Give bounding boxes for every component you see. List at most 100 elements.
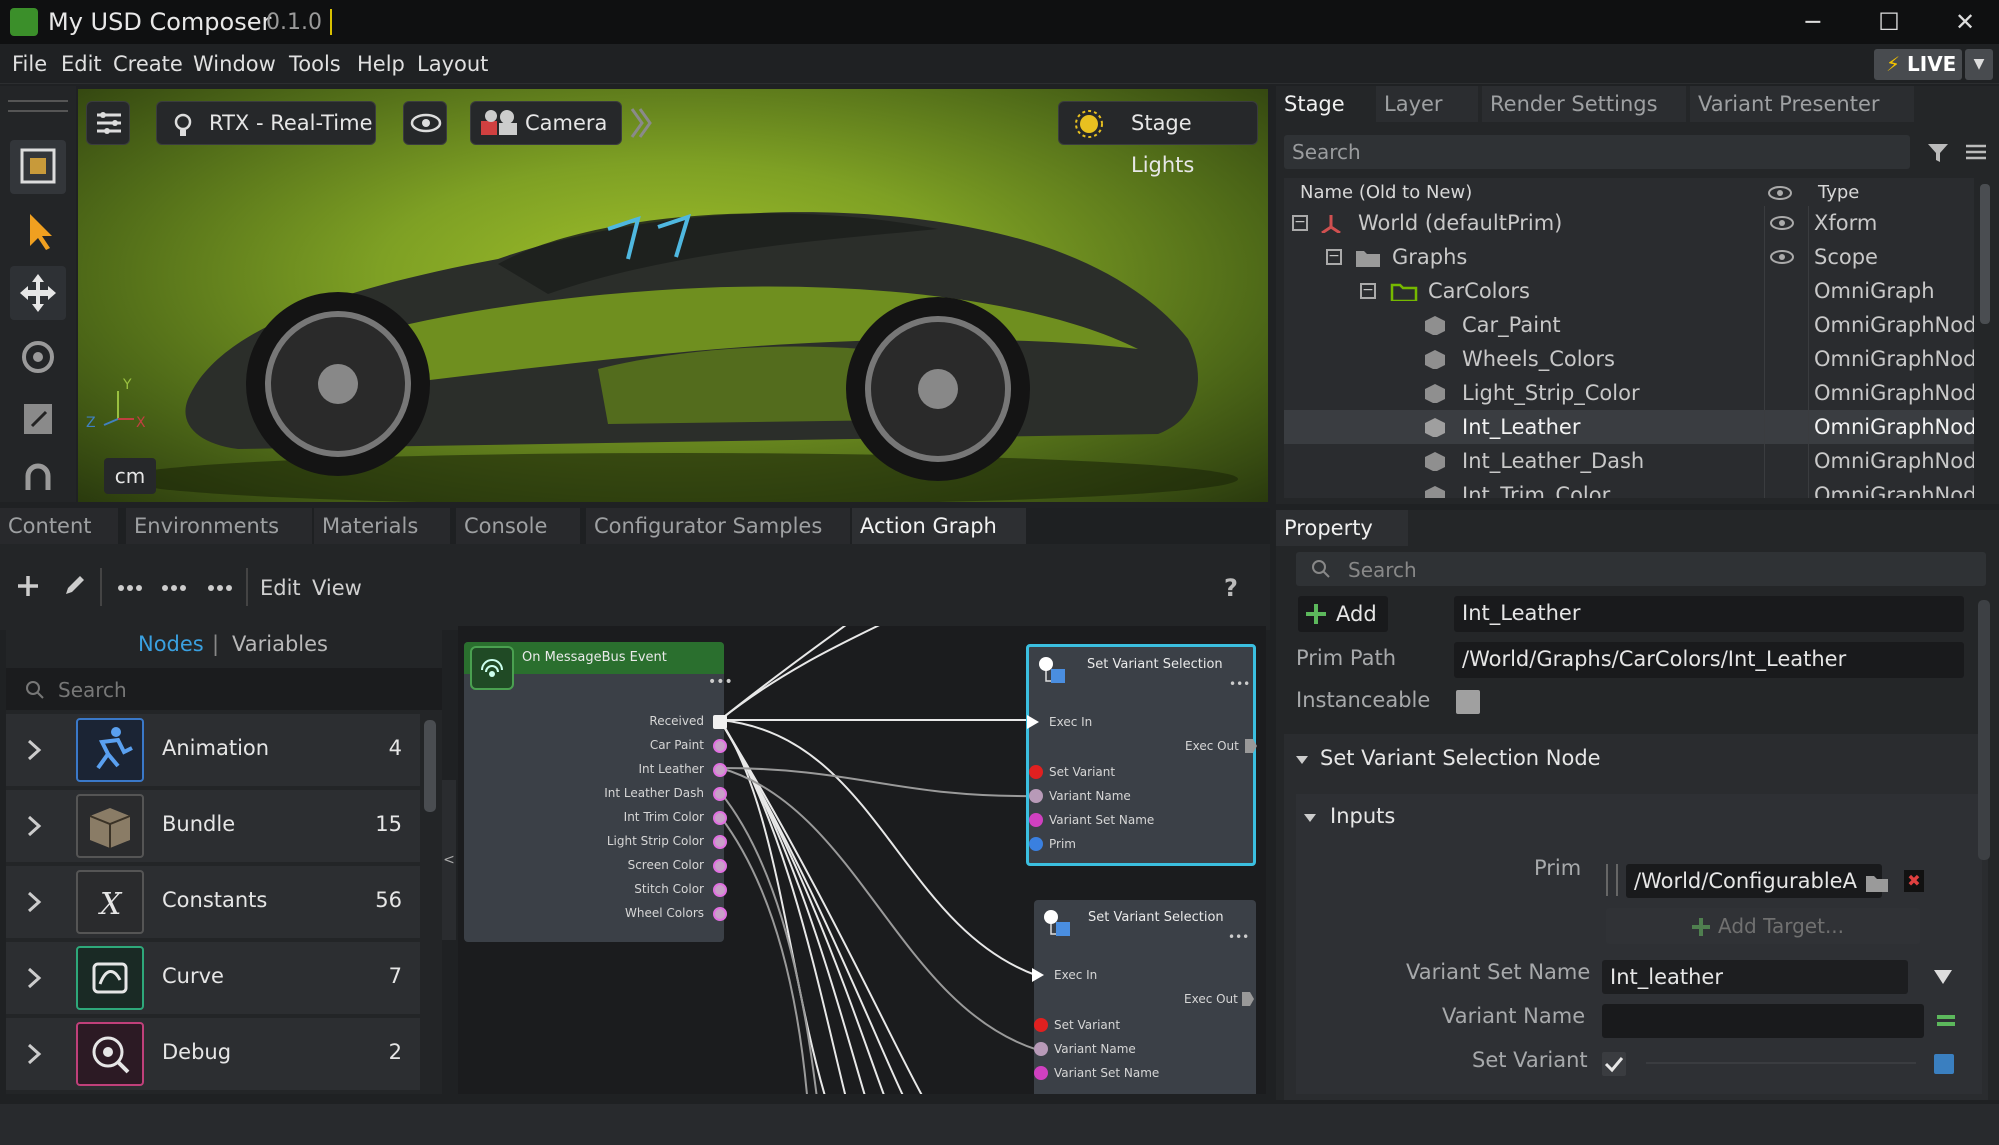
tab-materials[interactable]: Materials — [314, 508, 450, 544]
tab-action-graph[interactable]: Action Graph — [852, 508, 1026, 544]
menu-window[interactable]: Window — [193, 52, 276, 76]
viewport-settings-button[interactable] — [86, 101, 130, 145]
column-name-header[interactable]: Name (Old to New) — [1300, 178, 1472, 208]
live-dropdown-button[interactable]: ▼ — [1965, 49, 1993, 80]
tab-environments[interactable]: Environments — [126, 508, 312, 544]
graph-canvas[interactable]: On MessageBus Event ••• Set Variant Sele… — [458, 626, 1266, 1094]
exec-out-port-icon[interactable] — [1243, 737, 1259, 755]
exec-out-port-icon[interactable] — [1240, 990, 1256, 1008]
prim-port[interactable] — [1029, 837, 1043, 851]
chevron-down-icon[interactable] — [1294, 752, 1310, 768]
graph-edit-menu[interactable]: Edit — [260, 576, 301, 600]
event-port[interactable] — [713, 811, 727, 825]
menu-layout[interactable]: Layout — [417, 52, 488, 76]
rotate-tool-button[interactable] — [10, 330, 66, 384]
node-menu-dots[interactable]: ••• — [1228, 930, 1249, 944]
camera-button[interactable]: Camera — [470, 101, 622, 145]
nodes-tab[interactable]: Nodes — [138, 632, 204, 656]
stage-options-button[interactable] — [1962, 138, 1990, 166]
chevron-right-icon[interactable] — [26, 890, 42, 914]
move-tool-button[interactable] — [10, 266, 66, 320]
variables-tab[interactable]: Variables — [232, 632, 328, 656]
add-graph-button[interactable] — [14, 572, 42, 608]
chevron-right-icon[interactable] — [26, 966, 42, 990]
edit-graph-button[interactable] — [60, 572, 88, 604]
stage-lights-button[interactable]: Stage Lights — [1058, 101, 1258, 177]
live-button[interactable]: ⚡ LIVE — [1874, 49, 1962, 80]
stage-row[interactable]: Int_Leather_Dash OmniGraphNod — [1284, 444, 1974, 478]
event-port[interactable] — [713, 883, 727, 897]
prim-target-field[interactable]: /World/ConfigurableA — [1626, 864, 1882, 898]
property-scrollbar[interactable] — [1978, 600, 1990, 860]
variant-name-field[interactable] — [1602, 1004, 1924, 1038]
tab-stage[interactable]: Stage — [1276, 86, 1372, 122]
eye-icon[interactable] — [1768, 213, 1796, 233]
menu-create[interactable]: Create — [113, 52, 183, 76]
event-port[interactable] — [713, 787, 727, 801]
inputs-label[interactable]: Inputs — [1330, 804, 1395, 828]
event-port[interactable] — [713, 715, 727, 729]
section-title[interactable]: Set Variant Selection Node — [1320, 746, 1601, 770]
tab-render-settings[interactable]: Render Settings — [1482, 86, 1686, 122]
visibility-toggle-button[interactable] — [403, 101, 447, 145]
eye-icon[interactable] — [1768, 247, 1796, 267]
add-attribute-button[interactable]: Add — [1298, 596, 1388, 632]
library-category-bundle[interactable]: Bundle 15 — [6, 790, 420, 862]
chevron-right-icon[interactable] — [26, 738, 42, 762]
set-variant-port[interactable] — [1029, 765, 1043, 779]
viewport[interactable]: RTX - Real-Time Camera Stage Lights Y Z … — [78, 89, 1268, 502]
collapse-icon[interactable]: − — [1360, 283, 1376, 299]
stage-row[interactable]: Light_Strip_Color OmniGraphNod — [1284, 376, 1974, 410]
node-search-input[interactable]: Search — [6, 668, 442, 710]
close-button[interactable]: ✕ — [1940, 6, 1990, 38]
tab-console[interactable]: Console — [456, 508, 580, 544]
variant-set-name-select[interactable]: Int_leather — [1602, 960, 1908, 994]
menu-file[interactable]: File — [12, 52, 47, 76]
event-port[interactable] — [713, 907, 727, 921]
stage-row[interactable]: − World (defaultPrim) Xform — [1284, 206, 1974, 240]
stage-row[interactable]: Car_Paint OmniGraphNod — [1284, 308, 1974, 342]
prim-path-field[interactable]: /World/Graphs/CarColors/Int_Leather — [1454, 642, 1964, 678]
filter-button[interactable] — [1924, 138, 1952, 166]
maximize-button[interactable]: ☐ — [1864, 6, 1914, 38]
stage-row[interactable]: − CarColors OmniGraph — [1284, 274, 1974, 308]
tab-configurator-samples[interactable]: Configurator Samples — [586, 508, 850, 544]
stage-row-selected[interactable]: Int_Leather OmniGraphNod — [1284, 410, 1974, 444]
stage-scrollbar[interactable] — [1980, 184, 1990, 324]
variant-name-port[interactable] — [1034, 1042, 1048, 1056]
column-type-header[interactable]: Type — [1818, 178, 1859, 208]
chevron-down-icon[interactable] — [1302, 810, 1318, 826]
chevron-right-icon[interactable] — [26, 1042, 42, 1066]
event-port[interactable] — [713, 859, 727, 873]
expand-toolbar-icon[interactable] — [628, 105, 652, 141]
event-port[interactable] — [713, 739, 727, 753]
menu-tools[interactable]: Tools — [289, 52, 341, 76]
remove-target-button[interactable]: ✖ — [1904, 870, 1924, 892]
render-mode-button[interactable]: RTX - Real-Time — [156, 101, 376, 145]
collapse-icon[interactable]: − — [1292, 215, 1308, 231]
event-port[interactable] — [713, 763, 727, 777]
collapse-icon[interactable]: − — [1326, 249, 1342, 265]
chevron-down-icon[interactable] — [1932, 968, 1954, 986]
tab-layer[interactable]: Layer — [1376, 86, 1478, 122]
exec-in-port-icon[interactable] — [1030, 966, 1046, 984]
stage-search-input[interactable]: Search — [1284, 135, 1910, 169]
graph-option-2-button[interactable] — [160, 572, 188, 604]
library-category-animation[interactable]: Animation 4 — [6, 714, 420, 786]
stage-row[interactable]: Wheels_Colors OmniGraphNod — [1284, 342, 1974, 376]
tab-property[interactable]: Property — [1276, 510, 1408, 546]
event-port[interactable] — [713, 835, 727, 849]
folder-icon[interactable] — [1864, 872, 1890, 894]
snap-tool-button[interactable] — [10, 450, 66, 490]
library-category-debug[interactable]: Debug 2 — [6, 1018, 420, 1090]
set-variant-checkbox[interactable] — [1602, 1052, 1626, 1076]
help-button[interactable]: ? — [1224, 574, 1238, 602]
tab-variant-presenter[interactable]: Variant Presenter — [1690, 86, 1914, 122]
tab-content[interactable]: Content — [0, 508, 118, 544]
set-variant-port[interactable] — [1034, 1018, 1048, 1032]
graph-view-menu[interactable]: View — [312, 576, 362, 600]
instanceable-checkbox[interactable] — [1456, 690, 1480, 714]
chevron-right-icon[interactable] — [26, 814, 42, 838]
library-category-constants[interactable]: X Constants 56 — [6, 866, 420, 938]
variant-set-name-port[interactable] — [1029, 813, 1043, 827]
